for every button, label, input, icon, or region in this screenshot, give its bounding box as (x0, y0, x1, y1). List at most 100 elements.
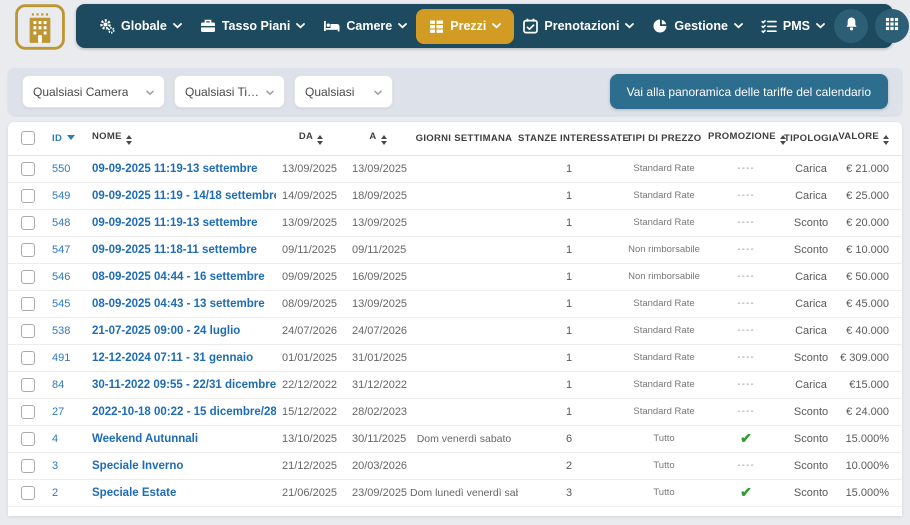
row-checkbox[interactable] (21, 243, 35, 257)
row-id-link[interactable]: 4 (52, 433, 58, 445)
row-id-link[interactable]: 491 (52, 352, 70, 364)
chevron-down-icon (266, 85, 274, 99)
nav-item-globale[interactable]: Globale (90, 12, 191, 40)
row-tipologia: Carica (784, 182, 838, 209)
row-checkbox[interactable] (21, 405, 35, 419)
row-name-link[interactable]: Speciale Inverno (92, 460, 183, 472)
row-id-link[interactable]: 545 (52, 298, 70, 310)
row-tipologia: Sconto (784, 209, 838, 236)
row-tipologia: Sconto (784, 398, 838, 425)
row-id-link[interactable]: 549 (52, 190, 70, 202)
rates-table: ID NOME DA A GIORNI SETTIMANA STANZE INT… (8, 122, 902, 507)
row-id-link[interactable]: 546 (52, 271, 70, 283)
row-name-link[interactable]: 30-11-2022 09:55 - 22/31 dicembre (92, 379, 276, 391)
room-filter-select[interactable]: Qualsiasi Camera (22, 75, 165, 108)
row-a: 24/07/2026 (346, 317, 410, 344)
row-name-link[interactable]: 08-09-2025 04:44 - 16 settembre (92, 271, 265, 283)
row-tipo-prezzo: Tutto (620, 425, 708, 452)
header-tipi-di-prezzo[interactable]: TIPI DI PREZZO (620, 122, 708, 155)
room-filter-value: Qualsiasi Camera (33, 85, 128, 99)
row-id-link[interactable]: 2 (52, 487, 58, 499)
navbar-actions (834, 9, 910, 43)
row-id-link[interactable]: 27 (52, 406, 64, 418)
row-id-link[interactable]: 84 (52, 379, 64, 391)
row-tipologia: Sconto (784, 479, 838, 506)
notifications-button[interactable] (834, 9, 868, 43)
row-checkbox[interactable] (21, 432, 35, 446)
row-promozione: ---- (708, 236, 784, 263)
row-valore: € 24.000 (838, 398, 902, 425)
price-type-filter-select[interactable]: Qualsiasi Tipo di P... (174, 75, 285, 108)
nav-label: Tasso Piani (222, 19, 291, 33)
row-checkbox[interactable] (21, 216, 35, 230)
row-a: 09/11/2025 (346, 236, 410, 263)
top-bar: Globale Tasso Piani (0, 0, 910, 56)
calendar-rates-overview-button[interactable]: Vai alla panoramica delle tariffe del ca… (610, 74, 888, 109)
nav-item-prezzi[interactable]: Prezzi (416, 9, 514, 44)
nav-item-camere[interactable]: Camere (314, 12, 416, 40)
row-id-link[interactable]: 550 (52, 163, 70, 175)
header-giorni-settimana[interactable]: GIORNI SETTIMANA (410, 122, 518, 155)
nav-item-prenotazioni[interactable]: Prenotazioni (514, 12, 643, 40)
row-name-link[interactable]: 09-09-2025 11:19 - 14/18 settembre (92, 190, 276, 202)
row-tipologia: Carica (784, 155, 838, 182)
any-filter-select[interactable]: Qualsiasi (294, 75, 393, 108)
nav-item-pms[interactable]: PMS (752, 13, 834, 40)
row-checkbox[interactable] (21, 270, 35, 284)
header-a[interactable]: A (346, 122, 410, 155)
header-stanze-interessate[interactable]: STANZE INTERESSATE (518, 122, 620, 155)
header-tipologia[interactable]: TIPOLOGIA (784, 122, 838, 155)
row-name-link[interactable]: Speciale Estate (92, 487, 176, 499)
nav-item-tasso-piani[interactable]: Tasso Piani (191, 12, 315, 40)
row-name-link[interactable]: 21-07-2025 09:00 - 24 luglio (92, 325, 240, 337)
row-checkbox[interactable] (21, 189, 35, 203)
row-checkbox[interactable] (21, 351, 35, 365)
hotel-logo[interactable] (12, 3, 68, 51)
row-checkbox[interactable] (21, 162, 35, 176)
row-giorni-settimana (410, 182, 518, 209)
row-name-link[interactable]: 12-12-2024 07:11 - 31 gennaio (92, 352, 253, 364)
apps-grid-button[interactable] (875, 9, 909, 43)
row-stanze-interessate: 1 (518, 182, 620, 209)
bed-icon (323, 18, 340, 34)
row-tipologia: Sconto (784, 344, 838, 371)
select-all-checkbox[interactable] (21, 131, 35, 145)
row-id-link[interactable]: 547 (52, 244, 70, 256)
row-stanze-interessate: 2 (518, 452, 620, 479)
table-row: 84 30-11-2022 09:55 - 22/31 dicembre 22/… (8, 371, 902, 398)
row-name-link[interactable]: 08-09-2025 04:43 - 13 settembre (92, 298, 265, 310)
header-nome[interactable]: NOME (84, 122, 276, 155)
row-stanze-interessate: 1 (518, 317, 620, 344)
header-da[interactable]: DA (276, 122, 346, 155)
header-id[interactable]: ID (48, 122, 84, 155)
row-valore: 10.000% (838, 452, 902, 479)
row-id-link[interactable]: 538 (52, 325, 70, 337)
row-tipo-prezzo: Standard Rate (620, 209, 708, 236)
row-name-link[interactable]: Weekend Autunnali (92, 433, 198, 445)
row-giorni-settimana (410, 155, 518, 182)
row-id-link[interactable]: 3 (52, 460, 58, 472)
row-name-link[interactable]: 2022-10-18 00:22 - 15 dicembre/28 febbra… (92, 406, 276, 418)
row-checkbox[interactable] (21, 486, 35, 500)
header-promozione[interactable]: PROMOZIONE (708, 122, 784, 155)
row-name-link[interactable]: 09-09-2025 11:19-13 settembre (92, 217, 258, 229)
row-name-link[interactable]: 09-09-2025 11:18-11 settembre (92, 244, 257, 256)
row-checkbox[interactable] (21, 459, 35, 473)
row-name-link[interactable]: 09-09-2025 11:19-13 settembre (92, 163, 258, 175)
table-row: 548 09-09-2025 11:19-13 settembre 13/09/… (8, 209, 902, 236)
row-a: 13/09/2025 (346, 155, 410, 182)
checklist-icon (761, 19, 777, 34)
row-giorni-settimana (410, 263, 518, 290)
row-checkbox[interactable] (21, 324, 35, 338)
gears-icon (99, 18, 115, 34)
chevron-down-icon (492, 23, 501, 29)
row-checkbox[interactable] (21, 297, 35, 311)
row-tipo-prezzo: Non rimborsabile (620, 263, 708, 290)
row-da: 08/09/2025 (276, 290, 346, 317)
nav-item-gestione[interactable]: Gestione (643, 12, 752, 40)
row-checkbox[interactable] (21, 378, 35, 392)
table-row: 3 Speciale Inverno 21/12/2025 20/03/2026… (8, 452, 902, 479)
row-id-link[interactable]: 548 (52, 217, 70, 229)
header-valore[interactable]: VALORE (838, 122, 902, 155)
row-a: 18/09/2025 (346, 182, 410, 209)
